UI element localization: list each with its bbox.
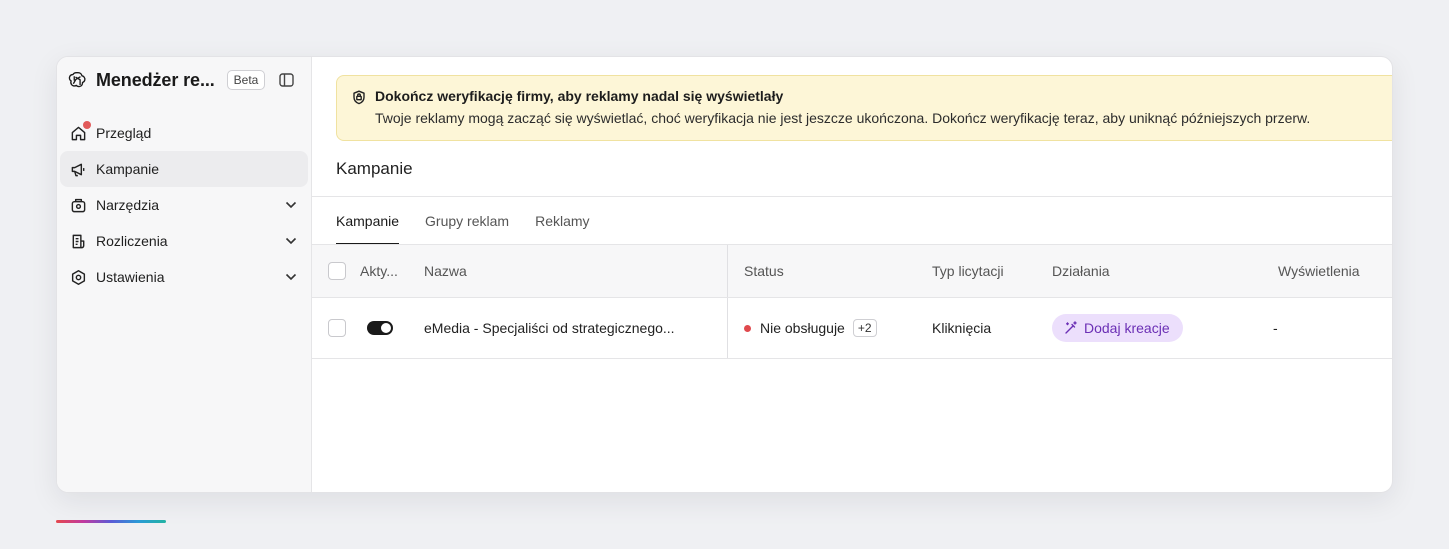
table-row: eMedia - Specjaliści od strategicznego..… [312,298,1392,359]
sidebar: Menedżer re... Beta Przegląd Kampanie Na… [57,57,312,492]
tab-bar: Kampanie Grupy reklam Reklamy [336,196,616,245]
banner-body: Twoje reklamy mogą zacząć się wyświetlać… [375,110,1311,126]
add-creatives-label: Dodaj kreacje [1084,320,1170,336]
table-header: Akty... Nazwa Status Typ licytacji Dział… [312,245,1392,298]
sidebar-item-rozliczenia[interactable]: Rozliczenia [60,223,308,259]
banner-title: Dokończ weryfikację firmy, aby reklamy n… [375,88,784,104]
verification-banner: Dokończ weryfikację firmy, aby reklamy n… [336,75,1392,141]
app-window: Menedżer re... Beta Przegląd Kampanie Na… [56,56,1393,493]
status-more-badge[interactable]: +2 [852,319,877,337]
sidebar-item-narzedzia[interactable]: Narzędzia [60,187,308,223]
status-cell: Nie obsługuje +2 [744,319,877,337]
sidebar-item-label: Przegląd [96,125,152,141]
status-text: Nie obsługuje [760,320,845,336]
home-icon [69,121,91,142]
shield-lock-icon [351,89,367,105]
status-dot [744,324,751,332]
campaigns-table: Akty... Nazwa Status Typ licytacji Dział… [312,245,1392,359]
bid-type: Kliknięcia [932,320,992,336]
column-header-bid-type[interactable]: Typ licytacji [932,263,1004,279]
impressions-value: - [1273,320,1278,336]
app-title: Menedżer re... [96,69,215,90]
settings-icon [69,268,87,286]
column-header-impressions[interactable]: Wyświetlenia [1278,263,1360,279]
column-header-name[interactable]: Nazwa [424,263,467,279]
main-content: Dokończ weryfikację firmy, aby reklamy n… [312,57,1392,492]
sidebar-item-label: Ustawienia [96,269,165,285]
column-header-actions[interactable]: Działania [1052,263,1110,279]
sidebar-collapse-icon[interactable] [278,72,294,88]
column-separator [727,298,728,358]
add-creatives-button[interactable]: Dodaj kreacje [1052,314,1183,342]
sidebar-item-label: Kampanie [96,161,160,177]
tab-reklamy[interactable]: Reklamy [535,196,589,245]
page-title: Kampanie [336,159,413,178]
chevron-down-icon[interactable] [284,234,298,248]
active-toggle-cell [367,321,393,335]
sidebar-item-label: Rozliczenia [96,233,168,249]
sidebar-item-przeglad[interactable]: Przegląd [60,115,308,151]
sidebar-item-label: Narzędzia [96,197,160,213]
tab-kampanie[interactable]: Kampanie [336,196,400,245]
megaphone-icon [69,160,87,178]
notification-dot [83,121,91,129]
column-header-status[interactable]: Status [744,263,784,279]
select-all-checkbox[interactable] [328,262,346,280]
tools-icon [69,196,87,214]
magic-wand-icon [1065,321,1077,334]
select-all-cell [328,262,346,280]
actions-cell: Dodaj kreacje [1052,314,1183,342]
active-toggle[interactable] [367,321,393,335]
row-checkbox[interactable] [328,319,346,337]
chevron-down-icon[interactable] [284,198,298,212]
column-separator [727,245,728,297]
row-select-cell [328,319,346,337]
sidebar-nav: Przegląd Kampanie Narzędzia Rozliczenia … [57,115,311,295]
column-header-active[interactable]: Akty... [360,263,398,279]
chevron-down-icon[interactable] [284,270,298,284]
sidebar-item-kampanie[interactable]: Kampanie [60,151,308,187]
beta-badge: Beta [226,70,266,90]
sidebar-item-ustawienia[interactable]: Ustawienia [60,259,308,295]
billing-icon [69,232,87,250]
tab-grupy-reklam[interactable]: Grupy reklam [425,196,509,245]
campaign-name[interactable]: eMedia - Specjaliści od strategicznego..… [424,320,675,336]
sidebar-header: Menedżer re... Beta [57,57,311,103]
openai-logo-icon [68,70,88,90]
brand-gradient-bar [56,520,166,523]
